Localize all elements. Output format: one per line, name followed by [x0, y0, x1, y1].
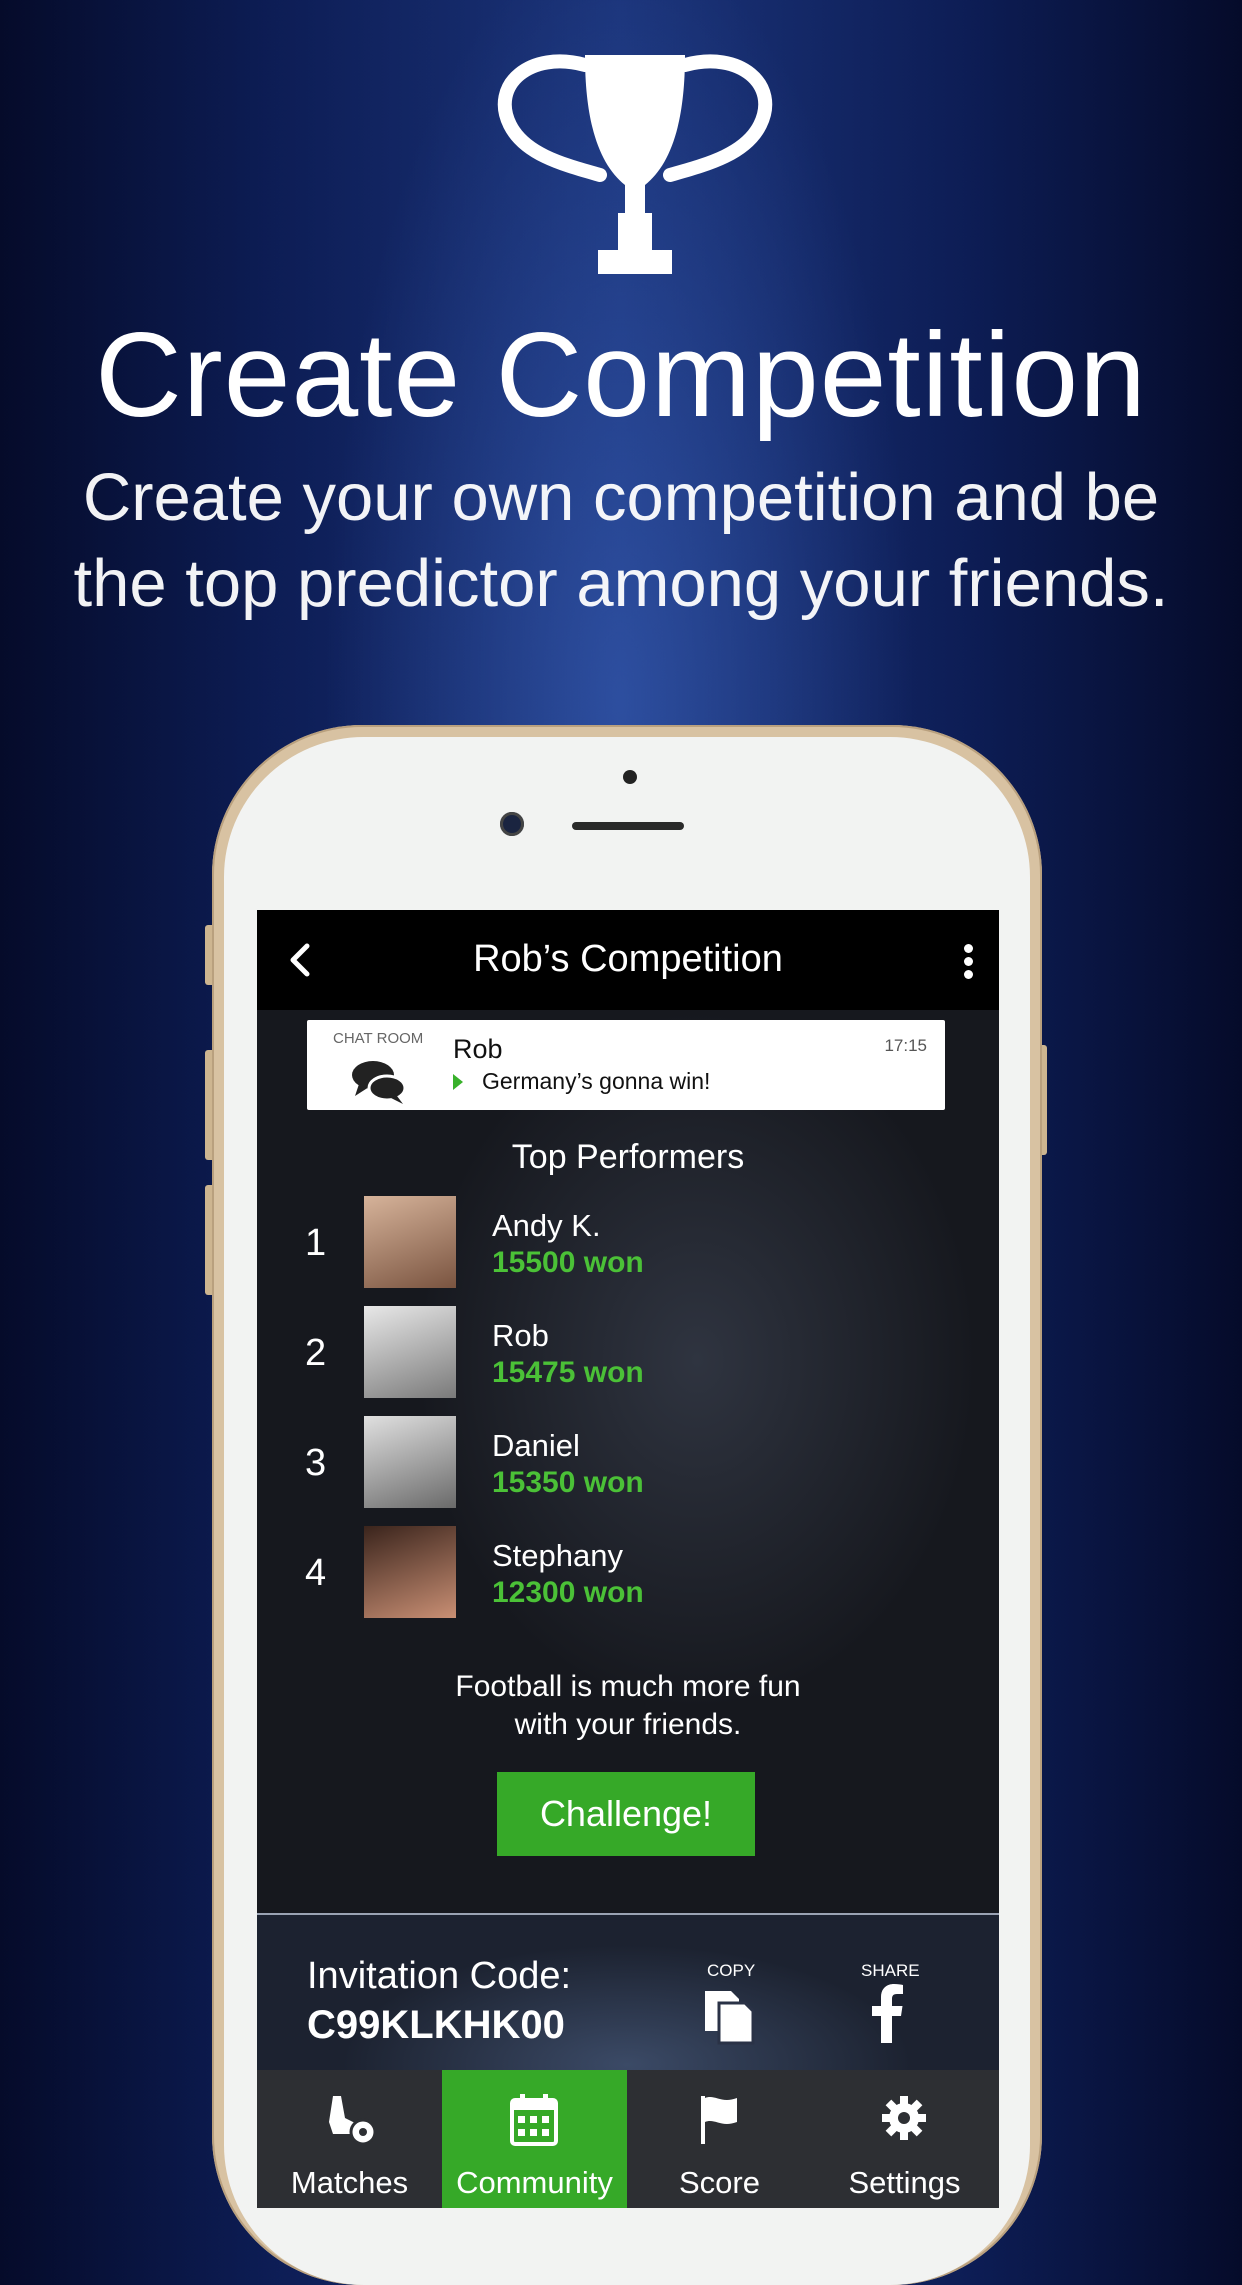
performer-name: Andy K.: [492, 1208, 601, 1243]
promo-text: Football is much more fun with your frie…: [257, 1668, 999, 1744]
chat-room-label: CHAT ROOM: [333, 1030, 424, 1047]
subline: Create your own competition and be the t…: [40, 455, 1202, 627]
tab-score[interactable]: Score: [627, 2070, 812, 2208]
tab-matches[interactable]: Matches: [257, 2070, 442, 2208]
invitation-code: C99KLKHK00: [307, 2003, 565, 2047]
chat-room-preview[interactable]: CHAT ROOM Rob Germany’s gonna win! 17:15: [307, 1020, 945, 1110]
performer-name: Daniel: [492, 1428, 580, 1463]
performer-score: 15350 won: [492, 1466, 644, 1499]
performer-row[interactable]: 3 Daniel 15350 won: [257, 1416, 999, 1511]
nav-title: Rob’s Competition: [473, 938, 783, 980]
tab-settings[interactable]: Settings: [812, 2070, 997, 2208]
facebook-icon[interactable]: [869, 1983, 905, 2043]
calendar-icon: [510, 2094, 558, 2146]
chat-arrow-icon: [453, 1074, 463, 1090]
tab-label: Community: [456, 2165, 613, 2200]
promo-line-1: Football is much more fun: [455, 1670, 801, 1703]
promo-line-2: with your friends.: [514, 1708, 742, 1741]
more-menu-icon[interactable]: [961, 944, 975, 980]
performer-score: 15500 won: [492, 1246, 644, 1279]
subline-line-1: Create your own competition and be: [82, 460, 1160, 535]
top-performers-title: Top Performers: [511, 1138, 745, 1176]
subline-line-2: the top predictor among your friends.: [73, 546, 1169, 621]
nav-bar: Rob’s Competition: [257, 910, 999, 1010]
tab-label: Settings: [848, 2165, 961, 2200]
phone-sensor: [623, 770, 637, 784]
performer-rank: 3: [305, 1442, 327, 1484]
tab-bar: Matches Community Score Settings: [257, 2070, 999, 2208]
football-boot-icon: [329, 2096, 377, 2146]
trophy-icon: [497, 54, 773, 274]
performer-name: Stephany: [492, 1538, 623, 1573]
invitation-label: Invitation Code:: [307, 1955, 572, 1997]
performer-row[interactable]: 1 Andy K. 15500 won: [257, 1196, 999, 1291]
tab-label: Matches: [290, 2165, 409, 2200]
avatar: [364, 1416, 456, 1508]
challenge-button[interactable]: Challenge!: [497, 1772, 755, 1856]
avatar: [364, 1526, 456, 1618]
invitation-panel: Invitation Code: C99KLKHK00 COPY SHARE: [257, 1915, 999, 2070]
phone-camera: [500, 812, 524, 836]
chat-bubbles-icon: [352, 1061, 407, 1104]
avatar: [364, 1196, 456, 1288]
performer-row[interactable]: 4 Stephany 12300 won: [257, 1526, 999, 1621]
headline: Create Competition: [95, 308, 1147, 442]
copy-label: COPY: [707, 1961, 756, 1980]
phone-speaker: [572, 822, 684, 830]
performer-rank: 1: [305, 1222, 327, 1264]
tab-community[interactable]: Community: [442, 2070, 627, 2208]
performer-name: Rob: [492, 1318, 549, 1353]
chat-time: 17:15: [884, 1036, 927, 1055]
gear-icon: [882, 2096, 926, 2140]
tab-label: Score: [679, 2165, 760, 2200]
flag-icon: [701, 2096, 737, 2144]
copy-icon[interactable]: [701, 1987, 757, 2045]
share-label: SHARE: [861, 1961, 920, 1980]
performer-score: 15475 won: [492, 1356, 644, 1389]
chat-author: Rob: [453, 1034, 503, 1064]
performer-rank: 4: [305, 1552, 327, 1594]
avatar: [364, 1306, 456, 1398]
app-screen: Rob’s Competition CHAT ROOM Rob Germany’…: [257, 910, 999, 2208]
performer-rank: 2: [305, 1332, 327, 1374]
performer-score: 12300 won: [492, 1576, 644, 1609]
chat-message: Germany’s gonna win!: [482, 1068, 711, 1094]
performer-row[interactable]: 2 Rob 15475 won: [257, 1306, 999, 1401]
